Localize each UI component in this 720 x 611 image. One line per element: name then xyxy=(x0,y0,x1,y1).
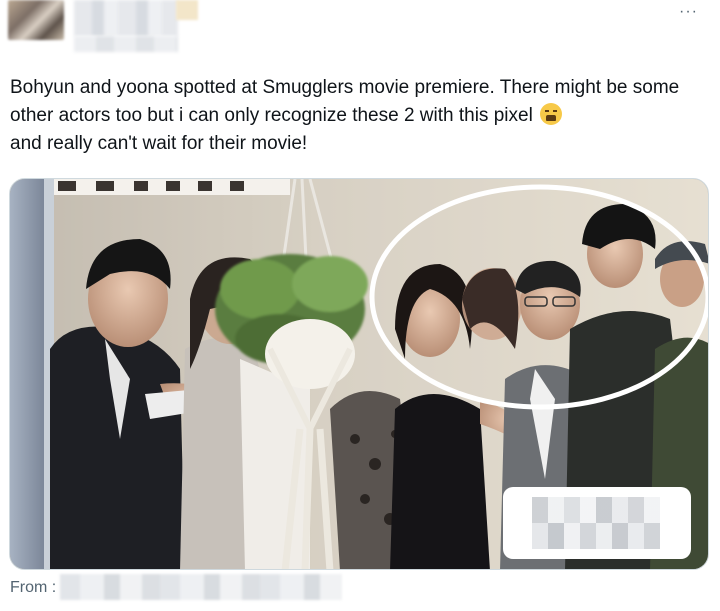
redacted-watermark-pixels-row2 xyxy=(532,523,660,549)
weary-face-icon xyxy=(540,103,563,125)
avatar[interactable] xyxy=(8,0,64,40)
source-footer: From : xyxy=(10,574,410,600)
author-handle-redacted xyxy=(74,36,178,52)
tweet-text-part1: Bohyun and yoona spotted at Smugglers mo… xyxy=(10,77,680,126)
source-handle-redacted[interactable] xyxy=(60,574,342,600)
author-badge-redacted xyxy=(176,0,198,20)
author-name-redacted[interactable] xyxy=(74,0,178,36)
from-label: From : xyxy=(10,579,57,596)
tweet-text-part2: and really can't wait for their movie! xyxy=(10,133,308,154)
more-options-button[interactable]: ··· xyxy=(679,4,698,20)
tweet-text: Bohyun and yoona spotted at Smugglers mo… xyxy=(10,74,710,158)
tweet-header: ··· xyxy=(0,0,720,60)
